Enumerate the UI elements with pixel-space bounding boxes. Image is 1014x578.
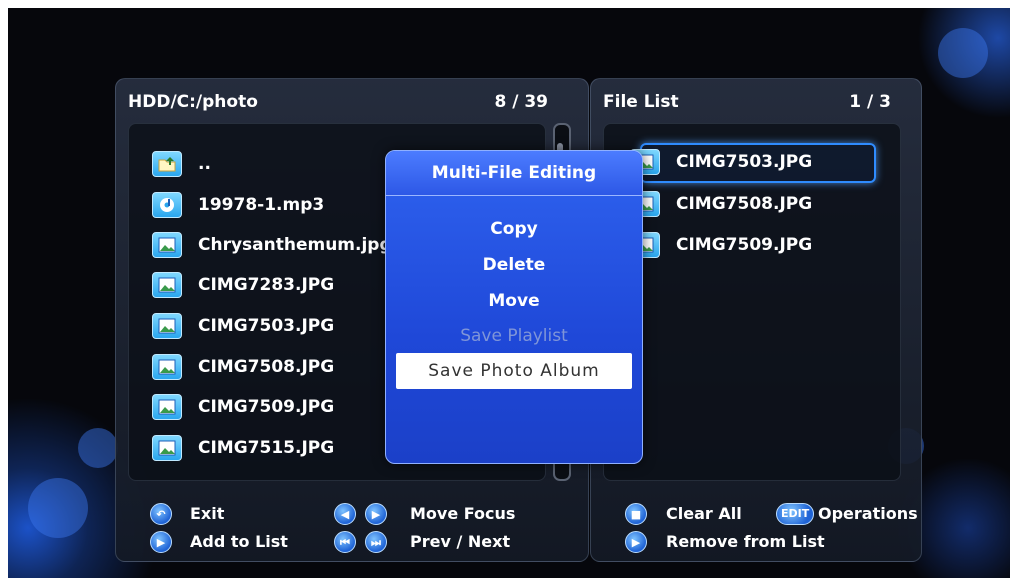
photo-file-icon bbox=[152, 435, 182, 461]
prev-next-label: Prev / Next bbox=[410, 532, 511, 551]
photo-file-icon bbox=[152, 313, 182, 339]
file-name: CIMG7509.JPG bbox=[198, 397, 335, 417]
multi-file-editing-dialog: Multi-File Editing Copy Delete Move Save… bbox=[385, 150, 643, 464]
return-button-icon: ↶ bbox=[150, 503, 172, 525]
music-file-icon bbox=[152, 192, 182, 218]
file-list-title: File List bbox=[603, 92, 679, 112]
menu-item-move[interactable]: Move bbox=[386, 291, 642, 311]
browser-header: HDD/C:/photo 8 / 39 bbox=[116, 79, 588, 121]
remove-from-list-label: Remove from List bbox=[666, 532, 825, 551]
photo-file-icon bbox=[152, 232, 182, 258]
file-list-page-indicator: 1 / 3 bbox=[849, 92, 891, 112]
bokeh-light bbox=[78, 428, 118, 468]
list-item-name: CIMG7503.JPG bbox=[676, 152, 813, 172]
operations-label: Operations bbox=[818, 504, 918, 523]
file-name: .. bbox=[198, 154, 211, 174]
file-name: CIMG7508.JPG bbox=[198, 357, 335, 377]
menu-item-save-photo-album[interactable]: Save Photo Album bbox=[396, 353, 632, 389]
file-name: 19978-1.mp3 bbox=[198, 195, 325, 215]
bokeh-light bbox=[28, 478, 88, 538]
current-path: HDD/C:/photo bbox=[128, 92, 258, 112]
add-to-list-label: Add to List bbox=[190, 532, 288, 551]
skip-forward-button-icon: ⏭ bbox=[365, 531, 387, 553]
photo-file-icon bbox=[152, 394, 182, 420]
photo-file-icon bbox=[152, 272, 182, 298]
file-name: CIMG7283.JPG bbox=[198, 275, 335, 295]
edit-key-icon: EDIT bbox=[776, 503, 815, 525]
dialog-title: Multi-File Editing bbox=[386, 151, 642, 196]
list-item-name: CIMG7509.JPG bbox=[676, 235, 813, 255]
menu-item-copy[interactable]: Copy bbox=[386, 219, 642, 239]
file-name: Chrysanthemum.jpg bbox=[198, 235, 392, 255]
menu-item-delete[interactable]: Delete bbox=[386, 255, 642, 275]
arrow-right-button-icon: ▶ bbox=[365, 503, 387, 525]
page-indicator: 8 / 39 bbox=[494, 92, 548, 112]
list-item-name: CIMG7508.JPG bbox=[676, 194, 813, 214]
stop-button-icon: ■ bbox=[625, 503, 647, 525]
file-list-header: File List 1 / 3 bbox=[591, 79, 921, 121]
file-name: CIMG7515.JPG bbox=[198, 438, 335, 458]
arrow-left-button-icon: ◀ bbox=[334, 503, 356, 525]
bokeh-light bbox=[938, 28, 988, 78]
folder-up-icon bbox=[152, 151, 182, 177]
clear-all-label: Clear All bbox=[666, 504, 742, 523]
menu-item-save-playlist[interactable]: Save Playlist bbox=[386, 326, 642, 346]
skip-back-button-icon: ⏮ bbox=[334, 531, 356, 553]
move-focus-label: Move Focus bbox=[410, 504, 516, 523]
play-pause-button-icon: ▶ bbox=[625, 531, 647, 553]
exit-label: Exit bbox=[190, 504, 225, 523]
file-name: CIMG7503.JPG bbox=[198, 316, 335, 336]
photo-file-icon bbox=[152, 354, 182, 380]
play-pause-button-icon: ▶ bbox=[150, 531, 172, 553]
